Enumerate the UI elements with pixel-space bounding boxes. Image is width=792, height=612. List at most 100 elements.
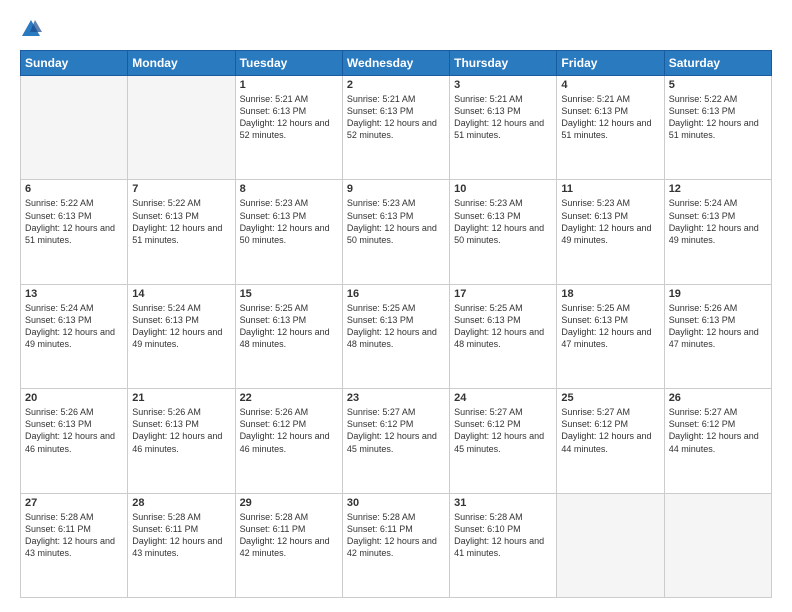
day-number: 6 [25,183,123,195]
day-info: Sunrise: 5:27 AM Sunset: 6:12 PM Dayligh… [561,406,659,455]
day-info: Sunrise: 5:24 AM Sunset: 6:13 PM Dayligh… [669,197,767,246]
day-number: 5 [669,79,767,91]
calendar-cell: 12 Sunrise: 5:24 AM Sunset: 6:13 PM Dayli… [664,180,771,284]
day-number: 25 [561,392,659,404]
day-number: 7 [132,183,230,195]
day-info: Sunrise: 5:22 AM Sunset: 6:13 PM Dayligh… [132,197,230,246]
calendar-cell: 2 Sunrise: 5:21 AM Sunset: 6:13 PM Daylig… [342,76,449,180]
day-number: 24 [454,392,552,404]
day-number: 3 [454,79,552,91]
calendar-week-5: 27 Sunrise: 5:28 AM Sunset: 6:11 PM Dayli… [21,493,772,597]
day-number: 16 [347,288,445,300]
calendar-cell: 9 Sunrise: 5:23 AM Sunset: 6:13 PM Daylig… [342,180,449,284]
day-number: 18 [561,288,659,300]
day-number: 9 [347,183,445,195]
calendar-cell: 5 Sunrise: 5:22 AM Sunset: 6:13 PM Daylig… [664,76,771,180]
day-info: Sunrise: 5:25 AM Sunset: 6:13 PM Dayligh… [561,302,659,351]
day-number: 27 [25,497,123,509]
calendar-cell: 22 Sunrise: 5:26 AM Sunset: 6:12 PM Dayli… [235,389,342,493]
header-cell-tuesday: Tuesday [235,51,342,76]
day-number: 28 [132,497,230,509]
calendar-cell: 10Sunrise: 5:23 AM Sunset: 6:13 PM Dayli… [450,180,557,284]
day-info: Sunrise: 5:28 AM Sunset: 6:10 PM Dayligh… [454,511,552,560]
calendar-header: SundayMondayTuesdayWednesdayThursdayFrid… [21,51,772,76]
calendar-cell [128,76,235,180]
day-info: Sunrise: 5:23 AM Sunset: 6:13 PM Dayligh… [561,197,659,246]
day-number: 14 [132,288,230,300]
header-cell-wednesday: Wednesday [342,51,449,76]
day-info: Sunrise: 5:23 AM Sunset: 6:13 PM Dayligh… [240,197,338,246]
day-info: Sunrise: 5:22 AM Sunset: 6:13 PM Dayligh… [669,93,767,142]
day-number: 13 [25,288,123,300]
calendar-cell: 11 Sunrise: 5:23 AM Sunset: 6:13 PM Dayli… [557,180,664,284]
day-info: Sunrise: 5:24 AM Sunset: 6:13 PM Dayligh… [25,302,123,351]
calendar-cell: 31 Sunrise: 5:28 AM Sunset: 6:10 PM Dayli… [450,493,557,597]
calendar-week-3: 13 Sunrise: 5:24 AM Sunset: 6:13 PM Dayli… [21,284,772,388]
calendar-week-2: 6 Sunrise: 5:22 AM Sunset: 6:13 PM Daylig… [21,180,772,284]
day-info: Sunrise: 5:26 AM Sunset: 6:13 PM Dayligh… [132,406,230,455]
day-info: Sunrise: 5:23 AM Sunset: 6:13 PM Dayligh… [347,197,445,246]
calendar-cell: 19 Sunrise: 5:26 AM Sunset: 6:13 PM Dayli… [664,284,771,388]
calendar-cell: 1 Sunrise: 5:21 AM Sunset: 6:13 PM Daylig… [235,76,342,180]
day-info: Sunrise: 5:27 AM Sunset: 6:12 PM Dayligh… [347,406,445,455]
header-cell-thursday: Thursday [450,51,557,76]
calendar-cell: 25 Sunrise: 5:27 AM Sunset: 6:12 PM Dayli… [557,389,664,493]
day-info: Sunrise: 5:28 AM Sunset: 6:11 PM Dayligh… [132,511,230,560]
calendar-cell: 6 Sunrise: 5:22 AM Sunset: 6:13 PM Daylig… [21,180,128,284]
calendar-cell: 30 Sunrise: 5:28 AM Sunset: 6:11 PM Dayli… [342,493,449,597]
day-number: 4 [561,79,659,91]
header-cell-monday: Monday [128,51,235,76]
day-info: Sunrise: 5:27 AM Sunset: 6:12 PM Dayligh… [454,406,552,455]
day-info: Sunrise: 5:26 AM Sunset: 6:12 PM Dayligh… [240,406,338,455]
calendar-body: 1 Sunrise: 5:21 AM Sunset: 6:13 PM Daylig… [21,76,772,598]
logo-icon [20,18,42,40]
day-number: 29 [240,497,338,509]
calendar-cell: 8 Sunrise: 5:23 AM Sunset: 6:13 PM Daylig… [235,180,342,284]
header [20,18,772,40]
calendar-cell: 18 Sunrise: 5:25 AM Sunset: 6:13 PM Dayli… [557,284,664,388]
day-info: Sunrise: 5:28 AM Sunset: 6:11 PM Dayligh… [25,511,123,560]
day-number: 30 [347,497,445,509]
day-number: 20 [25,392,123,404]
calendar-cell: 21 Sunrise: 5:26 AM Sunset: 6:13 PM Dayli… [128,389,235,493]
day-number: 12 [669,183,767,195]
day-info: Sunrise: 5:26 AM Sunset: 6:13 PM Dayligh… [669,302,767,351]
logo [20,18,46,40]
calendar-week-1: 1 Sunrise: 5:21 AM Sunset: 6:13 PM Daylig… [21,76,772,180]
calendar-cell: 24 Sunrise: 5:27 AM Sunset: 6:12 PM Dayli… [450,389,557,493]
calendar-cell: 29Sunrise: 5:28 AM Sunset: 6:11 PM Dayli… [235,493,342,597]
calendar-cell: 28 Sunrise: 5:28 AM Sunset: 6:11 PM Dayli… [128,493,235,597]
calendar-cell: 14 Sunrise: 5:24 AM Sunset: 6:13 PM Dayli… [128,284,235,388]
day-number: 2 [347,79,445,91]
day-info: Sunrise: 5:21 AM Sunset: 6:13 PM Dayligh… [347,93,445,142]
day-number: 8 [240,183,338,195]
page: SundayMondayTuesdayWednesdayThursdayFrid… [0,0,792,612]
day-info: Sunrise: 5:25 AM Sunset: 6:13 PM Dayligh… [347,302,445,351]
calendar-cell: 27 Sunrise: 5:28 AM Sunset: 6:11 PM Dayli… [21,493,128,597]
day-info: Sunrise: 5:26 AM Sunset: 6:13 PM Dayligh… [25,406,123,455]
calendar-cell [21,76,128,180]
header-cell-sunday: Sunday [21,51,128,76]
day-number: 15 [240,288,338,300]
day-info: Sunrise: 5:27 AM Sunset: 6:12 PM Dayligh… [669,406,767,455]
day-number: 1 [240,79,338,91]
calendar-cell [557,493,664,597]
calendar-week-4: 20 Sunrise: 5:26 AM Sunset: 6:13 PM Dayli… [21,389,772,493]
day-number: 22 [240,392,338,404]
calendar-cell: 7 Sunrise: 5:22 AM Sunset: 6:13 PM Daylig… [128,180,235,284]
day-info: Sunrise: 5:21 AM Sunset: 6:13 PM Dayligh… [240,93,338,142]
day-info: Sunrise: 5:22 AM Sunset: 6:13 PM Dayligh… [25,197,123,246]
day-number: 31 [454,497,552,509]
day-info: Sunrise: 5:24 AM Sunset: 6:13 PM Dayligh… [132,302,230,351]
day-info: Sunrise: 5:21 AM Sunset: 6:13 PM Dayligh… [561,93,659,142]
day-number: 10 [454,183,552,195]
day-number: 19 [669,288,767,300]
header-row: SundayMondayTuesdayWednesdayThursdayFrid… [21,51,772,76]
day-number: 21 [132,392,230,404]
calendar-cell: 17Sunrise: 5:25 AM Sunset: 6:13 PM Dayli… [450,284,557,388]
day-number: 11 [561,183,659,195]
calendar-cell: 23 Sunrise: 5:27 AM Sunset: 6:12 PM Dayli… [342,389,449,493]
calendar-cell: 26Sunrise: 5:27 AM Sunset: 6:12 PM Dayli… [664,389,771,493]
day-number: 23 [347,392,445,404]
day-info: Sunrise: 5:28 AM Sunset: 6:11 PM Dayligh… [347,511,445,560]
